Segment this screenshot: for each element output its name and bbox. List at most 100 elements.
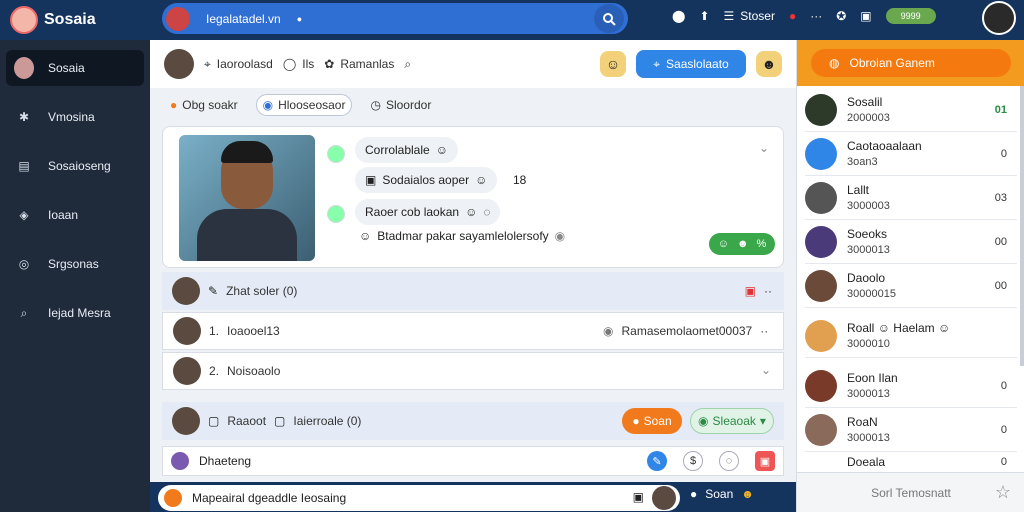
more-icon[interactable]: ··	[764, 284, 772, 298]
contact-badge: 00	[994, 279, 1007, 292]
chevron-down-icon[interactable]: ⌄	[759, 141, 769, 155]
dropdown-icon[interactable]: ●	[297, 14, 302, 24]
status-pill[interactable]: 9999	[885, 8, 936, 24]
tool-item-1[interactable]: ⌖ Iaoroolasd	[204, 57, 273, 72]
chevron-down-icon[interactable]: ⌄	[761, 363, 771, 377]
tool-item-3[interactable]: ✿ Ramanlas	[324, 57, 394, 71]
location-icon[interactable]: ⬤	[672, 9, 685, 23]
contact-name: Caotaoaalaan	[847, 139, 922, 153]
notification-icon[interactable]: ●	[789, 9, 796, 23]
reaction-pill[interactable]: ☺ ☻%	[709, 233, 775, 255]
avatar[interactable]	[173, 357, 201, 385]
list-item[interactable]: 2. Noisoaolo ⌄	[162, 352, 784, 390]
avatar[interactable]	[327, 145, 345, 163]
search-button[interactable]	[594, 4, 624, 33]
contact-item[interactable]: Caotaoaalaan 3oan3 0	[805, 132, 1017, 176]
search-icon[interactable]: ⌕	[404, 57, 411, 72]
send-button[interactable]: ● Soan	[622, 408, 682, 434]
contact-badge: 0	[1000, 423, 1007, 436]
contacts-header-button[interactable]: ◍ Obroian Ganem	[811, 49, 1011, 77]
row-number: 2.	[209, 364, 220, 378]
search-input[interactable]: Iegalatadel.vn	[206, 12, 281, 26]
contacts-panel: ◍ Obroian Ganem Sosalil 2000003 01 Caotaoa…	[796, 40, 1024, 512]
settings-icon: ✿	[324, 57, 335, 71]
scrollbar[interactable]	[1020, 86, 1024, 366]
avatar	[805, 225, 837, 258]
emoji-button[interactable]: ☺	[600, 51, 626, 77]
sidebar-item-sosaia[interactable]: Sosaia	[6, 50, 144, 86]
contact-item[interactable]: Roall ☺ Haelam ☺ 3000010	[805, 314, 1017, 358]
contact-item[interactable]: Doeala 0	[805, 452, 1017, 472]
list-item[interactable]: 1. Ioaooel13 ◉ Ramasemolaomet00037 ··	[162, 312, 784, 350]
contacts-footer[interactable]: Sorl Temosnatt ☆	[797, 472, 1024, 512]
sidebar-item-label: Iejad Mesra	[48, 306, 111, 320]
contact-item[interactable]: Eoon Ilan 3000013 0	[805, 364, 1017, 408]
play-icon[interactable]: ◉	[555, 229, 565, 243]
chat-icon[interactable]: ◌	[719, 451, 739, 471]
caption-text: Btadmar pakar sayamlelolersofy	[377, 229, 549, 243]
avatar[interactable]	[172, 407, 200, 435]
sidebar-item-vmosina[interactable]: ✱ Vmosina	[6, 99, 144, 135]
compose-box[interactable]: Dhaeteng ✎ $ ◌ ▣	[162, 446, 784, 476]
list-item[interactable]: ▢ Raaoot ▢ Iaierroale (0) ● Soan ◉ Sleaoak…	[162, 402, 784, 440]
message-placeholder[interactable]: Mapeairal dgeaddle Ieosaing	[192, 491, 346, 505]
avatar[interactable]	[652, 486, 676, 510]
avatar[interactable]	[164, 49, 194, 79]
contact-item[interactable]: Sosalil 2000003 01	[805, 88, 1017, 132]
pencil-icon[interactable]: ✎	[647, 451, 667, 471]
upload-icon[interactable]: ⬆	[699, 9, 709, 23]
emoji-icon[interactable]: ☻	[741, 487, 754, 501]
gift-icon[interactable]: ▣	[755, 451, 775, 471]
row-text: Ioaooel13	[227, 324, 280, 338]
fire-icon: ●	[632, 414, 640, 428]
app-icon[interactable]: ▣	[860, 9, 871, 23]
message-bubble-3[interactable]: Raoer cob laokan ☺ ◌	[355, 199, 501, 225]
post-photo[interactable]	[179, 135, 315, 261]
row-text: Zhat soler (0)	[226, 284, 298, 298]
sidebar-item-label: Vmosina	[48, 110, 95, 124]
calendar-icon[interactable]: ▣	[745, 284, 756, 298]
filter-chip-3[interactable]: ◷ Sloordor	[364, 94, 437, 116]
list-item[interactable]: ✎ Zhat soler (0) ▣ ··	[162, 272, 784, 310]
chat-icon[interactable]: ●	[690, 487, 697, 501]
contact-item[interactable]: Lallt 3000003 03	[805, 176, 1017, 220]
send-label[interactable]: Soan	[705, 487, 733, 501]
contact-item[interactable]: Soeoks 3000013 00	[805, 220, 1017, 264]
star-icon[interactable]: ☆	[995, 482, 1011, 503]
user-avatar[interactable]	[982, 1, 1016, 35]
emoji-button-2[interactable]: ☻	[756, 51, 782, 77]
avatar[interactable]	[172, 277, 200, 305]
message-bubble-2[interactable]: ▣ Sodaialos aoper ☺	[355, 167, 498, 193]
dollar-icon[interactable]: $	[683, 451, 703, 471]
attach-icon[interactable]: ▣	[633, 490, 644, 504]
sidebar-item-sosaioseng[interactable]: ▤ Sosaioseng	[6, 148, 144, 184]
globe-icon[interactable]: ✪	[836, 9, 846, 23]
message-bubble-1[interactable]: Corrolablale ☺	[355, 137, 458, 163]
filter-label: Sloordor	[385, 98, 432, 112]
contact-item[interactable]: Daoolo 30000015 00	[805, 264, 1017, 308]
stoser-menu[interactable]: ☰ Stoser	[724, 9, 775, 23]
filter-chip-1[interactable]: ● Obg soakr	[164, 94, 244, 116]
primary-button[interactable]: ⌖ Saaslolaato	[636, 50, 746, 78]
more-icon[interactable]: ··	[760, 324, 768, 338]
sidebar-item-srgsonas[interactable]: ◎ Srgsonas	[6, 246, 144, 282]
circle-icon: ◎	[18, 257, 30, 271]
brand[interactable]: Sosaia	[0, 0, 150, 40]
avatar[interactable]	[327, 205, 345, 223]
row-actions: ▣ ··	[745, 284, 772, 298]
search-bar[interactable]: Iegalatadel.vn ●	[162, 3, 628, 34]
toolbar: ⌖ Iaoroolasd ◯ Ils ✿ Ramanlas ⌕ ☺ ⌖ Saaslola…	[150, 40, 796, 88]
avatar[interactable]	[173, 317, 201, 345]
sidebar-item-iejad-mesra[interactable]: ⌕ Iejad Mesra	[6, 295, 144, 331]
filter-chip-2[interactable]: ◉ Hlooseosaor	[255, 94, 353, 116]
compose-input[interactable]: Dhaeteng	[199, 454, 251, 468]
message-input[interactable]: Mapeairal dgeaddle Ieosaing ▣	[158, 485, 680, 511]
sidebar-item-ioaan[interactable]: ◈ Ioaan	[6, 197, 144, 233]
avatar[interactable]	[171, 452, 189, 470]
share-button[interactable]: ◉ Sleaoak ▾	[690, 408, 774, 434]
contact-item[interactable]: RoaN 3000013 0	[805, 408, 1017, 452]
dollar-icon[interactable]: ◉	[603, 324, 613, 338]
stoser-label: Stoser	[740, 9, 775, 23]
dots-icon[interactable]: ···	[810, 9, 822, 23]
tool-item-2[interactable]: ◯ Ils	[283, 57, 314, 71]
